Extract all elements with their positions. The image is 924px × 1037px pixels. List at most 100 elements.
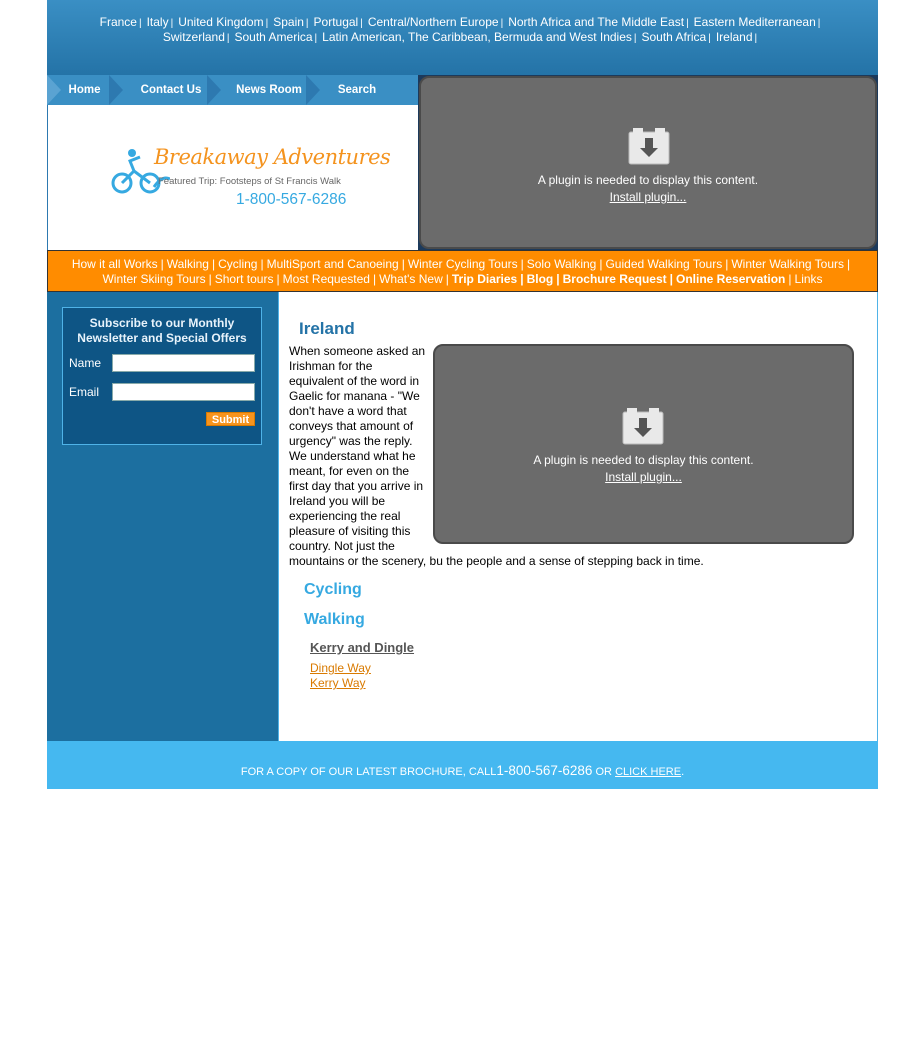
- tab-news-room[interactable]: News Room: [224, 75, 314, 105]
- main-nav-link[interactable]: Solo Walking: [527, 257, 597, 271]
- separator: |: [725, 257, 729, 271]
- main-nav-link[interactable]: Cycling: [218, 257, 257, 271]
- logo-title[interactable]: Breakaway Adventures: [154, 145, 391, 169]
- separator: |: [669, 272, 674, 286]
- section-cycling[interactable]: Cycling: [304, 581, 362, 599]
- logo-area: Breakaway Adventures Featured Trip: Foot…: [47, 105, 418, 250]
- main-nav-link[interactable]: How it all Works: [72, 257, 158, 271]
- main-nav-row-2: Winter Skiing Tours | Short tours | Most Req…: [48, 272, 877, 287]
- main-content: Ireland When someone asked an Irishman f…: [278, 292, 878, 741]
- tab-search[interactable]: Search: [322, 75, 392, 105]
- destination-link[interactable]: Central/Northern Europe: [368, 15, 499, 29]
- chevron-icon: [109, 75, 123, 105]
- destination-link[interactable]: North Africa and The Middle East: [508, 15, 684, 29]
- separator: |: [401, 257, 405, 271]
- main-nav-link[interactable]: What's New: [379, 272, 443, 286]
- plugin-message: A plugin is needed to display this conte…: [537, 173, 759, 187]
- separator: |: [260, 257, 264, 271]
- separator: |: [265, 18, 269, 29]
- footer-or: OR: [592, 766, 616, 778]
- separator: |: [170, 18, 174, 29]
- newsletter-title: Subscribe to our Monthly Newsletter and …: [77, 316, 247, 345]
- name-label: Name: [69, 356, 102, 370]
- intro-text-tail: mountains or the scenery, bu the people …: [289, 554, 704, 568]
- destination-link[interactable]: Italy: [147, 15, 169, 29]
- main-nav-link[interactable]: Links: [795, 272, 823, 286]
- link-kerry-way[interactable]: Kerry Way: [310, 676, 366, 690]
- page-title: Ireland: [299, 319, 355, 338]
- chevron-icon: [207, 75, 221, 105]
- destination-link[interactable]: France: [100, 15, 137, 29]
- tab-contact[interactable]: Contact Us: [125, 75, 217, 105]
- footer-phone: 1-800-567-6286: [496, 763, 593, 778]
- destination-link[interactable]: South America: [235, 30, 313, 44]
- main-nav-link[interactable]: Short tours: [215, 272, 274, 286]
- separator: |: [633, 33, 637, 44]
- separator: |: [160, 257, 164, 271]
- separator: |: [788, 272, 792, 286]
- plugin-message: A plugin is needed to display this conte…: [533, 453, 754, 467]
- separator: |: [360, 18, 363, 29]
- destination-link[interactable]: Portugal: [314, 15, 359, 29]
- destination-link[interactable]: Eastern Mediterranean: [694, 15, 816, 29]
- sidebar: Subscribe to our Monthly Newsletter and …: [47, 292, 278, 741]
- name-field[interactable]: [112, 354, 255, 372]
- chevron-icon: [306, 75, 320, 105]
- plugin-download-icon: [628, 128, 670, 165]
- main-nav-link[interactable]: MultiSport and Canoeing: [267, 257, 399, 271]
- separator: |: [599, 257, 603, 271]
- destination-link[interactable]: Ireland: [716, 30, 753, 44]
- main-nav-row-1: How it all Works | Walking | Cycling | MultiSp…: [48, 257, 877, 272]
- separator: |: [211, 257, 216, 271]
- main-nav-link[interactable]: Walking: [167, 257, 209, 271]
- main-nav-link[interactable]: Trip Diaries: [452, 272, 517, 286]
- main-nav-link[interactable]: Most Requested: [283, 272, 370, 286]
- section-walking[interactable]: Walking: [304, 611, 365, 629]
- main-nav-link[interactable]: Online Reservation: [676, 272, 785, 286]
- separator: |: [754, 33, 758, 44]
- main-nav-link[interactable]: Brochure Request: [563, 272, 667, 286]
- separator: |: [372, 272, 377, 286]
- install-plugin-link[interactable]: Install plugin...: [421, 190, 875, 204]
- separator: |: [520, 272, 524, 286]
- region-heading[interactable]: Kerry and Dingle: [310, 640, 414, 655]
- install-plugin-link[interactable]: Install plugin...: [435, 470, 852, 484]
- destinations-row-1: France | Italy | United Kingdom | Spain | Portug…: [47, 15, 878, 31]
- destinations-bar: France | Italy | United Kingdom | Spain | Portug…: [47, 0, 878, 75]
- footer-brochure-line: FOR A COPY OF OUR LATEST BROCHURE, CALL1…: [47, 763, 878, 778]
- destination-link[interactable]: Switzerland: [163, 30, 225, 44]
- click-here-link[interactable]: CLICK HERE: [615, 766, 681, 778]
- destination-link[interactable]: South Africa: [642, 30, 707, 44]
- main-nav-link[interactable]: Winter Cycling Tours: [408, 257, 518, 271]
- destinations-row-2: Switzerland | South America | Latin American…: [47, 30, 878, 46]
- separator: |: [276, 272, 280, 286]
- plugin-placeholder-top: A plugin is needed to display this conte…: [419, 76, 877, 249]
- footer-suffix: .: [681, 766, 685, 778]
- main-nav-link[interactable]: Blog: [527, 272, 554, 286]
- separator: |: [305, 18, 309, 29]
- main-nav-link[interactable]: Winter Skiing Tours: [102, 272, 205, 286]
- footer: FOR A COPY OF OUR LATEST BROCHURE, CALL1…: [47, 741, 878, 789]
- plugin-frame-top: A plugin is needed to display this conte…: [418, 75, 878, 250]
- email-label: Email: [69, 385, 100, 399]
- separator: |: [226, 33, 230, 44]
- separator: |: [847, 257, 851, 271]
- main-nav-link[interactable]: Winter Walking Tours: [731, 257, 844, 271]
- featured-trip[interactable]: Featured Trip: Footsteps of St Francis W…: [158, 176, 341, 187]
- separator: |: [708, 33, 711, 44]
- link-dingle-way[interactable]: Dingle Way: [310, 661, 371, 675]
- separator: |: [314, 33, 318, 44]
- separator: |: [500, 18, 504, 29]
- submit-button[interactable]: Submit: [206, 412, 255, 426]
- destination-link[interactable]: United Kingdom: [178, 15, 263, 29]
- main-nav-link[interactable]: Guided Walking Tours: [605, 257, 722, 271]
- email-field[interactable]: [112, 383, 255, 401]
- destination-link[interactable]: Latin American, The Caribbean, Bermuda a…: [322, 30, 632, 44]
- footer-prefix: FOR A COPY OF OUR LATEST BROCHURE, CALL: [240, 766, 497, 778]
- phone-number: 1-800-567-6286: [236, 191, 347, 208]
- separator: |: [556, 272, 560, 286]
- separator: |: [445, 272, 449, 286]
- main-nav: How it all Works | Walking | Cycling | MultiSp…: [47, 250, 878, 292]
- destination-link[interactable]: Spain: [273, 15, 304, 29]
- top-nav-tabs: Home Contact Us News Room Search: [47, 75, 418, 105]
